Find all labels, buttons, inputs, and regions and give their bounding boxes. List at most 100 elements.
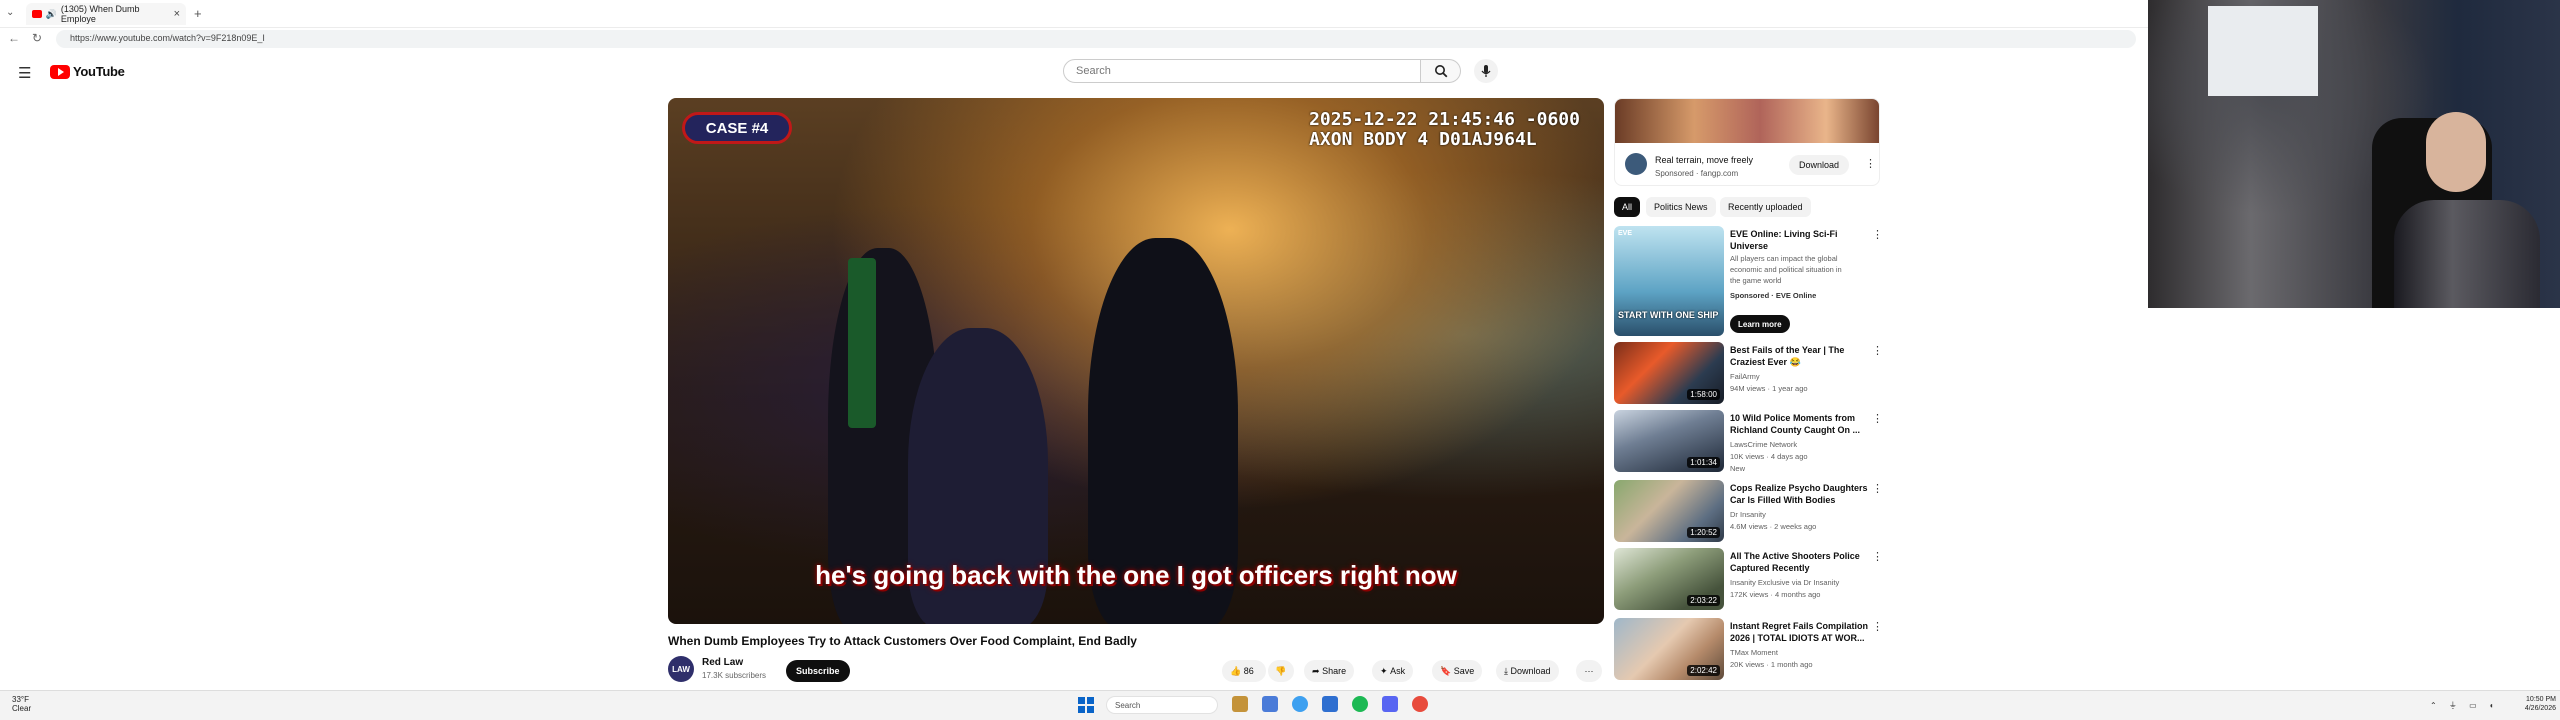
- download-icon: ⤓: [1504, 665, 1508, 676]
- download-button[interactable]: ⤓ Download: [1496, 660, 1559, 682]
- like-button[interactable]: 👍 86: [1222, 660, 1266, 682]
- new-tab-button[interactable]: +: [194, 6, 202, 21]
- webcam-person-face: [2426, 112, 2486, 192]
- ad-image: [1615, 99, 1879, 143]
- recommendation-channel[interactable]: LawsCrime Network: [1730, 439, 1870, 450]
- kebab-menu-icon[interactable]: ⋮: [1872, 482, 1883, 495]
- recommendation-channel[interactable]: FailArmy: [1730, 371, 1870, 382]
- video-thumbnail[interactable]: 1:20:52: [1614, 480, 1724, 542]
- kebab-menu-icon[interactable]: ⋮: [1872, 228, 1883, 241]
- ask-label: Ask: [1390, 666, 1406, 676]
- discord-icon[interactable]: [1382, 696, 1398, 712]
- channel-name[interactable]: Red Law: [702, 657, 743, 668]
- video-duration: 2:03:22: [1687, 595, 1720, 606]
- ad-download-button[interactable]: Download: [1789, 155, 1850, 175]
- thumbnail-text: START WITH ONE SHIP: [1618, 310, 1719, 320]
- subscribe-button[interactable]: Subscribe: [786, 660, 850, 682]
- close-tab-icon[interactable]: ×: [174, 8, 180, 20]
- recommendation-views: 20K views · 1 month ago: [1730, 660, 1813, 669]
- download-label: Download: [1510, 666, 1551, 676]
- more-actions-button[interactable]: ···: [1576, 660, 1602, 682]
- recommendation-title[interactable]: EVE Online: Living Sci-Fi Universe: [1730, 228, 1870, 252]
- video-duration: 1:20:52: [1687, 527, 1720, 538]
- webcam-person-body: [2394, 200, 2540, 308]
- weather-widget[interactable]: 33°F Clear: [12, 695, 31, 713]
- recommendation-sponsor: Sponsored · EVE Online: [1730, 291, 1817, 300]
- bodycam-stamp: 2025-12-22 21:45:46 -0600 AXON BODY 4 D0…: [1309, 110, 1580, 150]
- start-button[interactable]: [1078, 697, 1094, 713]
- sidebar-ad[interactable]: Real terrain, move freely Sponsored · fa…: [1614, 98, 1880, 186]
- ad-sponsor: Sponsored · fangp.com: [1655, 169, 1739, 178]
- youtube-logo[interactable]: YouTube: [50, 64, 125, 79]
- video-thumbnail[interactable]: EVE START WITH ONE SHIP: [1614, 226, 1724, 336]
- chip-all[interactable]: All: [1614, 197, 1641, 217]
- thumbs-down-icon: 👎: [1275, 665, 1287, 676]
- kebab-menu-icon[interactable]: ⋮: [1865, 157, 1876, 170]
- video-player[interactable]: CASE #4 2025-12-22 21:45:46 -0600 AXON B…: [668, 98, 1604, 624]
- search-icon: [1434, 65, 1447, 78]
- subscriber-count: 17.3K subscribers: [702, 671, 767, 680]
- recommendation-description: All players can impact the global econom…: [1730, 254, 1842, 285]
- bodycam-device: AXON BODY 4 D01AJ964L: [1309, 129, 1537, 150]
- back-icon[interactable]: ←: [8, 31, 20, 45]
- youtube-play-icon: [50, 64, 70, 79]
- kebab-menu-icon[interactable]: ⋮: [1872, 412, 1883, 425]
- learn-more-button[interactable]: Learn more: [1730, 315, 1790, 333]
- voice-search-button[interactable]: [1474, 59, 1498, 83]
- video-title: When Dumb Employees Try to Attack Custom…: [668, 634, 1137, 648]
- kebab-menu-icon[interactable]: ⋮: [1872, 550, 1883, 563]
- ad-avatar: [1625, 153, 1647, 175]
- video-thumbnail[interactable]: 2:03:22: [1614, 548, 1724, 610]
- video-thumbnail[interactable]: 2:02:42: [1614, 618, 1724, 680]
- chip-recently-uploaded[interactable]: Recently uploaded: [1720, 197, 1811, 217]
- video-thumbnail[interactable]: 1:58:00: [1614, 342, 1724, 404]
- browser-tab[interactable]: 🔊 (1305) When Dumb Employe ×: [26, 3, 186, 25]
- recommendation-views: 10K views · 4 days ago: [1730, 452, 1808, 461]
- recommendation-channel[interactable]: Insanity Exclusive via Dr Insanity: [1730, 577, 1870, 588]
- tab-list-icon[interactable]: ⌄: [6, 7, 14, 18]
- search-button[interactable]: [1421, 59, 1461, 83]
- kebab-menu-icon[interactable]: ⋮: [1872, 620, 1883, 633]
- search-input[interactable]: Search: [1063, 59, 1421, 83]
- address-bar[interactable]: https://www.youtube.com/watch?v=9F218n09…: [56, 30, 2136, 48]
- reload-icon[interactable]: ↻: [32, 31, 42, 45]
- kebab-menu-icon[interactable]: ⋮: [1872, 344, 1883, 357]
- file-explorer-icon[interactable]: [1232, 696, 1248, 712]
- channel-avatar[interactable]: LAW: [668, 656, 694, 682]
- save-label: Save: [1453, 666, 1475, 676]
- recommendation-title[interactable]: Best Fails of the Year | The Craziest Ev…: [1730, 344, 1870, 368]
- recommendation-title[interactable]: 10 Wild Police Moments from Richland Cou…: [1730, 412, 1870, 436]
- store-icon[interactable]: [1262, 696, 1278, 712]
- ask-button[interactable]: ✦ Ask: [1372, 660, 1414, 682]
- edge-icon[interactable]: [1292, 696, 1308, 712]
- chrome-icon[interactable]: [1412, 696, 1428, 712]
- clock[interactable]: 10:50 PM 4/26/2026: [2520, 695, 2556, 713]
- sparkle-icon: ✦: [1380, 665, 1388, 676]
- chip-politics-news[interactable]: Politics News: [1646, 197, 1716, 217]
- case-badge: CASE #4: [682, 112, 792, 144]
- taskbar-search[interactable]: Search: [1106, 696, 1218, 714]
- video-duration: 1:01:34: [1687, 457, 1720, 468]
- like-count: 86: [1243, 666, 1254, 676]
- recommendation-title[interactable]: Instant Regret Fails Compilation 2026 | …: [1730, 620, 1870, 644]
- recommendation-views: 4.6M views · 2 weeks ago: [1730, 522, 1817, 531]
- clock-date: 4/26/2026: [2524, 705, 2556, 712]
- clock-time: 10:50 PM: [2526, 696, 2556, 703]
- tab-title: (1305) When Dumb Employe: [60, 4, 140, 24]
- weather-temperature: 33°F: [12, 695, 29, 704]
- recommendation-channel[interactable]: Dr Insanity: [1730, 509, 1870, 520]
- browser-tabstrip: ⌄ 🔊 (1305) When Dumb Employe × +: [0, 0, 2148, 28]
- share-button[interactable]: ➦ Share: [1304, 660, 1355, 682]
- recommendation-title[interactable]: All The Active Shooters Police Captured …: [1730, 550, 1870, 574]
- menu-icon[interactable]: ☰: [18, 64, 31, 82]
- save-button[interactable]: 🔖 Save: [1432, 660, 1483, 682]
- recommendation-title[interactable]: Cops Realize Psycho Daughters Car Is Fil…: [1730, 482, 1870, 506]
- webcam-window-light: [2208, 6, 2318, 96]
- ad-title[interactable]: Real terrain, move freely: [1655, 155, 1753, 165]
- system-tray[interactable]: ⌃ ⏚ ▭ ◖: [2430, 700, 2499, 711]
- spotify-icon[interactable]: [1352, 696, 1368, 712]
- dislike-button[interactable]: 👎: [1268, 660, 1294, 682]
- mail-icon[interactable]: [1322, 696, 1338, 712]
- recommendation-channel[interactable]: TMax Moment: [1730, 647, 1870, 658]
- video-thumbnail[interactable]: 1:01:34: [1614, 410, 1724, 472]
